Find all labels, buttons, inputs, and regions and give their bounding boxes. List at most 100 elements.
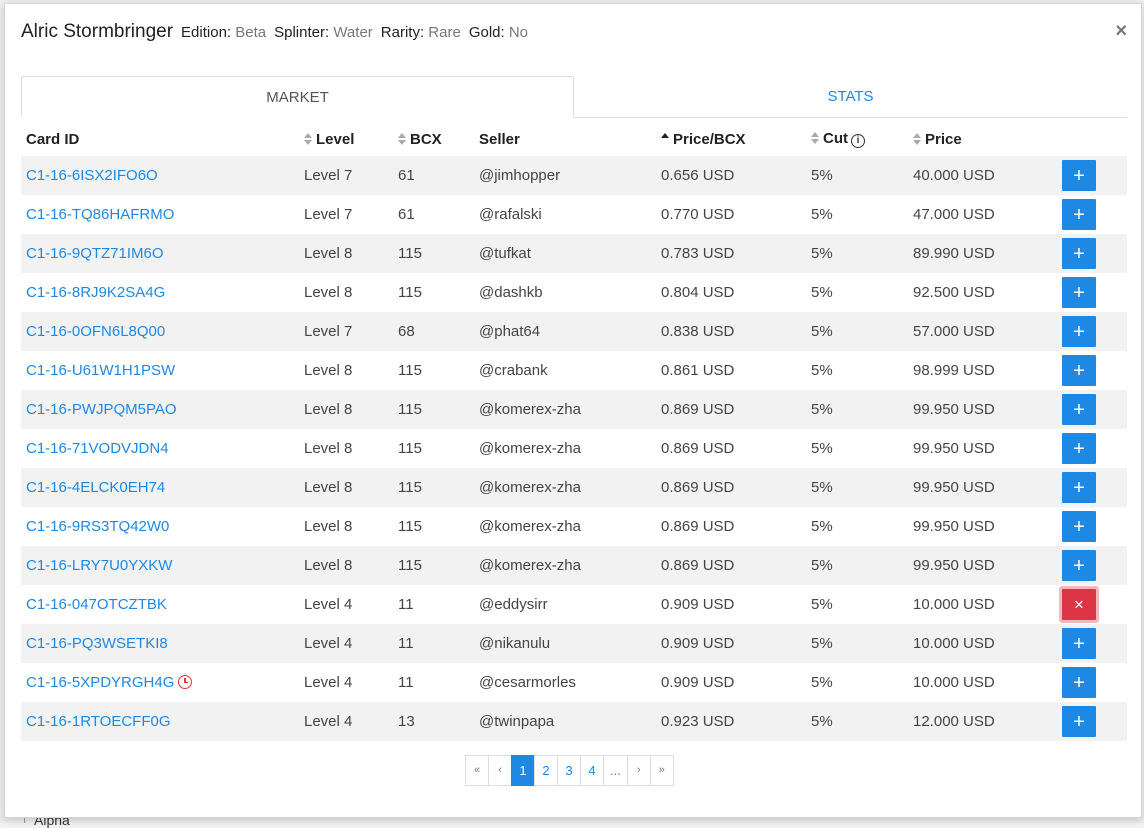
level-cell: Level 7	[299, 156, 393, 195]
add-to-cart-button[interactable]: +	[1062, 511, 1096, 542]
close-icon[interactable]: ×	[1115, 20, 1127, 42]
table-row: C1-16-6ISX2IFO6O Level 7 61 @jimhopper 0.656…	[21, 156, 1127, 195]
pagination-page-4[interactable]: 4	[580, 755, 604, 786]
add-to-cart-button[interactable]: +	[1062, 355, 1096, 386]
table-row: C1-16-9QTZ71IM6O Level 8 115 @tufkat 0.783 U…	[21, 234, 1127, 273]
card-id-cell: C1-16-PWJPQM5PAO	[21, 390, 299, 429]
card-id-link[interactable]: C1-16-8RJ9K2SA4G	[26, 284, 165, 301]
gold-meta: Gold: No	[469, 24, 528, 41]
price-cell: 99.950 USD	[908, 390, 1057, 429]
pagination-ellipsis: ...	[603, 755, 628, 786]
seller-cell: @nikanulu	[474, 624, 656, 663]
price-cell: 92.500 USD	[913, 284, 995, 301]
add-to-cart-button[interactable]: +	[1062, 199, 1096, 230]
cut-cell: 5%	[806, 702, 908, 741]
add-to-cart-button[interactable]: +	[1062, 277, 1096, 308]
seller-cell: @rafalski	[479, 206, 542, 223]
cut-cell: 5%	[811, 440, 833, 457]
price-cell: 99.950 USD	[913, 440, 995, 457]
table-body: C1-16-6ISX2IFO6O Level 7 61 @jimhopper 0.656…	[21, 156, 1127, 741]
column-header-price[interactable]: Price	[908, 122, 1057, 156]
rarity-label: Rarity:	[380, 24, 425, 41]
price-cell: 47.000 USD	[913, 206, 995, 223]
card-id-cell: C1-16-U61W1H1PSW	[21, 351, 299, 390]
table-row: C1-16-9RS3TQ42W0 Level 8 115 @komerex-zha 0.…	[21, 507, 1127, 546]
column-header-level[interactable]: Level	[299, 122, 393, 156]
add-to-cart-button[interactable]: +	[1062, 433, 1096, 464]
bcx-cell: 61	[393, 156, 474, 195]
price-cell: 99.950 USD	[908, 468, 1057, 507]
pagination-prev[interactable]: ‹	[488, 755, 512, 786]
gold-label: Gold:	[468, 24, 505, 41]
level-cell: Level 8	[304, 362, 353, 379]
add-to-cart-button[interactable]: +	[1062, 394, 1096, 425]
bcx-cell: 115	[393, 234, 474, 273]
seller-cell: @jimhopper	[474, 156, 656, 195]
column-header-price-label: Price	[925, 130, 962, 148]
price-bcx-cell: 0.783 USD	[656, 234, 806, 273]
info-icon[interactable]: i	[851, 134, 865, 148]
pagination-page-1[interactable]: 1	[511, 755, 535, 786]
splinter-meta: Splinter: Water	[274, 24, 373, 41]
card-id-cell: C1-16-4ELCK0EH74	[21, 468, 299, 507]
action-cell: +	[1057, 546, 1127, 585]
card-id-link[interactable]: C1-16-TQ86HAFRMO	[26, 206, 174, 223]
level-cell: Level 7	[304, 206, 353, 223]
sort-icon	[913, 132, 921, 145]
bcx-cell: 115	[398, 362, 422, 379]
column-header-price-bcx[interactable]: Price/BCX	[656, 122, 806, 156]
tab-stats[interactable]: STATS	[574, 76, 1127, 117]
price-bcx-cell: 0.923 USD	[656, 702, 806, 741]
add-to-cart-button[interactable]: +	[1062, 550, 1096, 581]
card-id-link[interactable]: C1-16-PWJPQM5PAO	[26, 401, 177, 418]
card-id-link[interactable]: C1-16-0OFN6L8Q00	[26, 323, 165, 340]
bcx-cell: 115	[398, 284, 422, 301]
column-header-cut[interactable]: Cut i	[806, 122, 908, 156]
level-cell: Level 4	[304, 674, 353, 691]
action-cell: +	[1057, 507, 1127, 546]
pagination-first[interactable]: «	[465, 755, 489, 786]
card-id-cell: C1-16-047OTCZTBK	[21, 585, 299, 624]
action-cell: +	[1057, 156, 1127, 195]
cut-cell: 5%	[811, 362, 833, 379]
card-id-link[interactable]: C1-16-LRY7U0YXKW	[26, 557, 172, 574]
bcx-cell: 11	[398, 674, 414, 691]
price-bcx-cell: 0.869 USD	[656, 546, 806, 585]
card-id-link[interactable]: C1-16-1RTOECFF0G	[26, 713, 171, 730]
cut-cell: 5%	[806, 312, 908, 351]
card-id-cell: C1-16-5XPDYRGH4G	[21, 663, 299, 702]
add-to-cart-button[interactable]: +	[1062, 472, 1096, 503]
card-id-link[interactable]: C1-16-047OTCZTBK	[26, 596, 167, 613]
card-id-link[interactable]: C1-16-9QTZ71IM6O	[26, 245, 164, 262]
add-to-cart-button[interactable]: +	[1062, 628, 1096, 659]
bcx-cell: 115	[393, 546, 474, 585]
card-id-link[interactable]: C1-16-71VODVJDN4	[26, 440, 169, 457]
bcx-cell: 115	[393, 390, 474, 429]
card-id-link[interactable]: C1-16-PQ3WSETKI8	[26, 635, 168, 652]
card-id-link[interactable]: C1-16-6ISX2IFO6O	[26, 167, 158, 184]
card-id-link[interactable]: C1-16-5XPDYRGH4G	[26, 674, 174, 691]
remove-from-cart-button[interactable]: ×	[1062, 589, 1096, 620]
card-id-link[interactable]: C1-16-4ELCK0EH74	[26, 479, 165, 496]
card-id-link[interactable]: C1-16-9RS3TQ42W0	[26, 518, 169, 535]
table-row: C1-16-5XPDYRGH4G Level 4 11 @cesarmorles 0.9…	[21, 663, 1127, 702]
card-id-link[interactable]: C1-16-U61W1H1PSW	[26, 362, 175, 379]
column-header-bcx[interactable]: BCX	[393, 122, 474, 156]
pagination-last[interactable]: »	[649, 755, 674, 786]
seller-cell: @phat64	[474, 312, 656, 351]
cut-cell: 5%	[811, 674, 833, 691]
action-cell: +	[1057, 468, 1127, 507]
add-to-cart-button[interactable]: +	[1062, 160, 1096, 191]
pagination-next[interactable]: ›	[626, 755, 651, 786]
action-cell: ×	[1057, 585, 1127, 624]
edition-meta: Edition: Beta	[181, 24, 266, 41]
pagination-page-3[interactable]: 3	[557, 755, 581, 786]
seller-cell: @twinpapa	[474, 702, 656, 741]
add-to-cart-button[interactable]: +	[1062, 238, 1096, 269]
add-to-cart-button[interactable]: +	[1062, 706, 1096, 737]
add-to-cart-button[interactable]: +	[1062, 316, 1096, 347]
tab-market[interactable]: MARKET	[21, 76, 574, 118]
level-cell: Level 8	[299, 390, 393, 429]
pagination-page-2[interactable]: 2	[534, 755, 558, 786]
add-to-cart-button[interactable]: +	[1062, 667, 1096, 698]
